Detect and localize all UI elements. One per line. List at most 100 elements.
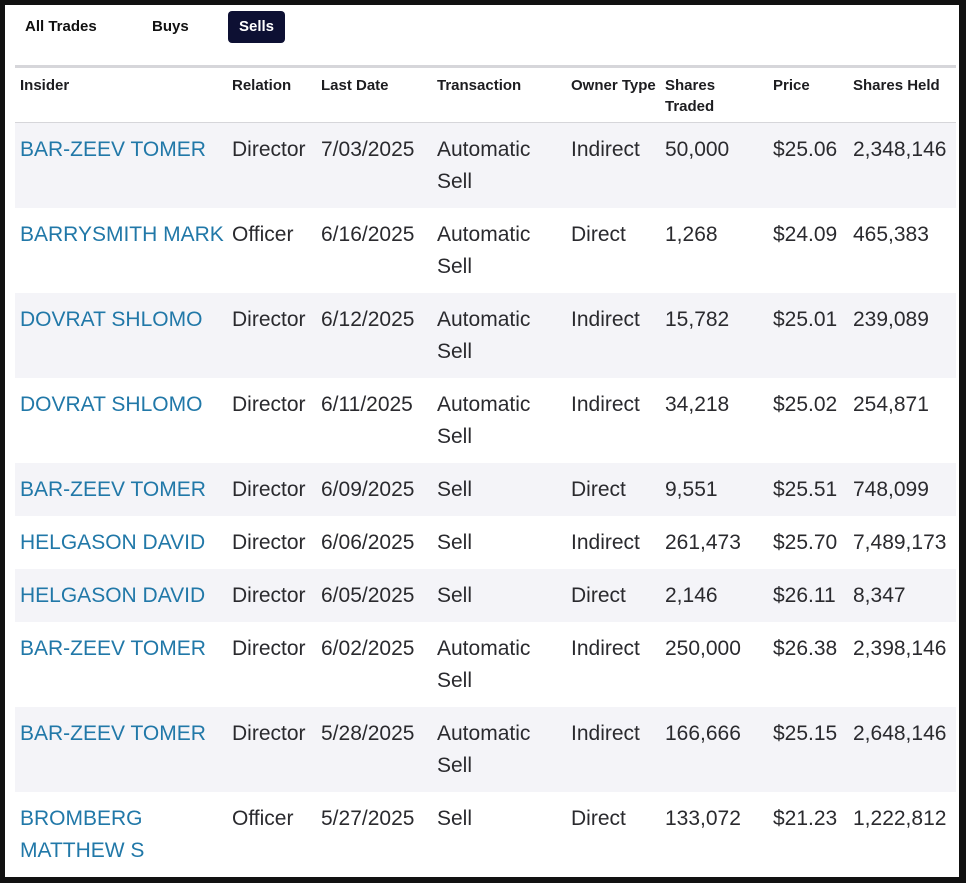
transaction-cell: Automatic Sell <box>437 637 531 692</box>
insider-link[interactable]: HELGASON DAVID <box>20 531 205 554</box>
table-row: HELGASON DAVID Director 6/06/2025 Sell I… <box>15 516 956 569</box>
column-header-owner-type[interactable]: Owner Type <box>566 66 660 123</box>
owner-type-cell: Indirect <box>566 122 660 208</box>
insider-cell: BAR-ZEEV TOMER <box>15 622 227 707</box>
owner-type-cell: Indirect <box>566 707 660 792</box>
last-date-cell: 5/28/2025 <box>316 707 432 792</box>
insider-cell: DOVRAT SHLOMO <box>15 378 227 463</box>
insider-cell: BARRYSMITH MARK <box>15 208 227 293</box>
insider-cell: BAR-ZEEV TOMER <box>15 463 227 516</box>
table-row: BAR-ZEEV TOMER Director 6/09/2025 Sell D… <box>15 463 956 516</box>
relation-cell: Director <box>232 393 306 416</box>
column-header-shares-held[interactable]: Shares Held <box>848 66 956 123</box>
owner-type-cell: Direct <box>571 223 626 246</box>
price-cell: $25.51 <box>768 463 848 516</box>
last-date-cell: 5/27/2025 <box>321 807 415 830</box>
table-row: BAR-ZEEV TOMER Director 6/02/2025 Automa… <box>15 622 956 707</box>
last-date-cell: 6/06/2025 <box>321 531 415 554</box>
insider-cell: HELGASON DAVID <box>15 516 227 569</box>
shares-traded-cell: 250,000 <box>665 637 741 660</box>
shares-held-cell: 465,383 <box>853 223 929 246</box>
owner-type-cell: Indirect <box>571 531 640 554</box>
price-cell: $24.09 <box>773 223 838 246</box>
insider-link[interactable]: BROMBERG MATTHEW S <box>20 807 144 862</box>
column-header-transaction[interactable]: Transaction <box>432 66 566 123</box>
transaction-cell: Automatic Sell <box>432 293 566 378</box>
insider-cell: BROMBERG MATTHEW S <box>15 792 227 877</box>
column-header-relation[interactable]: Relation <box>227 66 316 123</box>
owner-type-cell: Indirect <box>571 637 640 660</box>
shares-held-cell: 748,099 <box>848 463 956 516</box>
shares-held-cell: 2,648,146 <box>848 707 956 792</box>
price-cell: $26.38 <box>773 637 838 660</box>
insider-trades-table-container: Insider Relation Last Date Transaction O… <box>15 65 956 877</box>
last-date-cell: 6/09/2025 <box>316 463 432 516</box>
relation-cell: Officer <box>232 807 294 830</box>
price-cell: $21.23 <box>773 807 838 830</box>
insider-link[interactable]: DOVRAT SHLOMO <box>20 308 202 331</box>
price-cell: $25.06 <box>768 122 848 208</box>
transaction-cell: Automatic Sell <box>437 223 531 278</box>
column-header-price[interactable]: Price <box>768 66 848 123</box>
relation-cell: Director <box>227 122 316 208</box>
owner-type-cell: Direct <box>566 569 660 622</box>
owner-type-cell: Indirect <box>571 393 640 416</box>
shares-held-cell: 239,089 <box>848 293 956 378</box>
relation-cell: Director <box>227 293 316 378</box>
shares-traded-cell: 9,551 <box>660 463 768 516</box>
shares-held-cell: 2,348,146 <box>848 122 956 208</box>
insider-link[interactable]: BAR-ZEEV TOMER <box>20 138 206 161</box>
insider-link[interactable]: DOVRAT SHLOMO <box>20 393 202 416</box>
column-header-shares-traded[interactable]: Shares Traded <box>660 66 768 123</box>
transaction-cell: Sell <box>432 569 566 622</box>
transaction-cell: Automatic Sell <box>432 122 566 208</box>
last-date-cell: 6/02/2025 <box>321 637 415 660</box>
column-header-last-date[interactable]: Last Date <box>316 66 432 123</box>
column-header-insider[interactable]: Insider <box>15 66 227 123</box>
shares-traded-cell: 34,218 <box>665 393 730 416</box>
relation-cell: Director <box>232 531 306 554</box>
last-date-cell: 6/11/2025 <box>321 393 413 416</box>
transaction-cell: Sell <box>437 807 473 830</box>
transaction-cell: Automatic Sell <box>432 707 566 792</box>
insider-link[interactable]: BAR-ZEEV TOMER <box>20 637 206 660</box>
table-row: DOVRAT SHLOMO Director 6/12/2025 Automat… <box>15 293 956 378</box>
transaction-cell: Sell <box>432 463 566 516</box>
shares-held-cell: 8,347 <box>848 569 956 622</box>
table-row: BROMBERG MATTHEW S Officer 5/27/2025 Sel… <box>15 792 956 877</box>
insider-link[interactable]: BAR-ZEEV TOMER <box>20 722 206 745</box>
insider-trades-table: Insider Relation Last Date Transaction O… <box>15 65 956 877</box>
relation-cell: Director <box>227 463 316 516</box>
shares-held-cell: 7,489,173 <box>853 531 947 554</box>
shares-traded-cell: 1,268 <box>665 223 718 246</box>
shares-held-cell: 254,871 <box>853 393 929 416</box>
table-row: DOVRAT SHLOMO Director 6/11/2025 Automat… <box>15 378 956 463</box>
tab-sells[interactable]: Sells <box>228 11 286 43</box>
insider-link[interactable]: BARRYSMITH MARK <box>20 223 224 246</box>
insider-cell: HELGASON DAVID <box>15 569 227 622</box>
relation-cell: Director <box>227 569 316 622</box>
shares-traded-cell: 15,782 <box>660 293 768 378</box>
price-cell: $25.01 <box>768 293 848 378</box>
table-row: BAR-ZEEV TOMER Director 7/03/2025 Automa… <box>15 122 956 208</box>
shares-held-cell: 2,398,146 <box>853 637 947 660</box>
insider-cell: BAR-ZEEV TOMER <box>15 707 227 792</box>
last-date-cell: 6/16/2025 <box>321 223 415 246</box>
insider-link[interactable]: HELGASON DAVID <box>20 584 205 607</box>
table-row: BARRYSMITH MARK Officer 6/16/2025 Automa… <box>15 208 956 293</box>
tab-all-trades[interactable]: All Trades <box>25 11 97 43</box>
shares-traded-cell: 2,146 <box>660 569 768 622</box>
insider-link[interactable]: BAR-ZEEV TOMER <box>20 478 206 501</box>
price-cell: $25.15 <box>768 707 848 792</box>
shares-traded-cell: 50,000 <box>660 122 768 208</box>
owner-type-cell: Indirect <box>566 293 660 378</box>
last-date-cell: 6/05/2025 <box>316 569 432 622</box>
relation-cell: Director <box>227 707 316 792</box>
price-cell: $25.70 <box>773 531 838 554</box>
tab-buys[interactable]: Buys <box>152 11 189 43</box>
insider-trades-panel: All Trades Buys Sells Insider Relation L… <box>5 5 959 877</box>
relation-cell: Officer <box>232 223 294 246</box>
last-date-cell: 6/12/2025 <box>316 293 432 378</box>
insider-cell: DOVRAT SHLOMO <box>15 293 227 378</box>
shares-traded-cell: 261,473 <box>665 531 741 554</box>
